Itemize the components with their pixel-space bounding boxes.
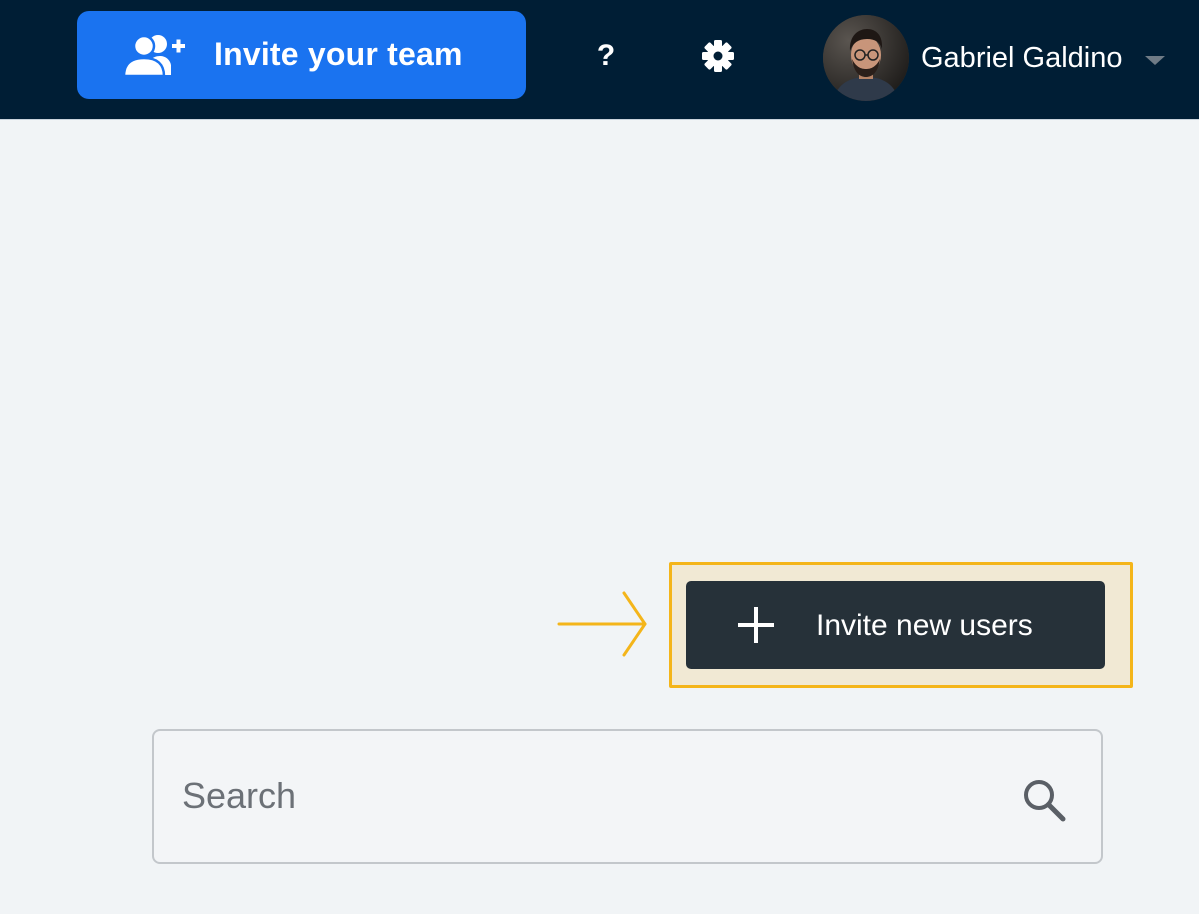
search-input[interactable]	[182, 761, 982, 831]
search-icon[interactable]	[1020, 776, 1068, 824]
invite-new-users-label: Invite new users	[816, 609, 1033, 642]
invite-your-team-label: Invite your team	[214, 36, 463, 72]
chevron-down-icon[interactable]	[1145, 56, 1165, 65]
top-navigation-bar: Invite your team ? Gabriel Galdino	[0, 0, 1199, 120]
user-name[interactable]: Gabriel Galdino	[921, 36, 1123, 80]
add-users-icon	[122, 33, 186, 78]
gear-icon[interactable]	[700, 38, 736, 74]
help-button[interactable]: ?	[590, 36, 622, 76]
plus-icon	[738, 607, 774, 643]
user-avatar[interactable]	[823, 15, 909, 101]
invite-your-team-button[interactable]: Invite your team	[77, 11, 526, 99]
invite-new-users-button[interactable]: Invite new users	[686, 581, 1105, 669]
search-box	[152, 729, 1103, 864]
arrow-right-icon	[556, 590, 651, 658]
